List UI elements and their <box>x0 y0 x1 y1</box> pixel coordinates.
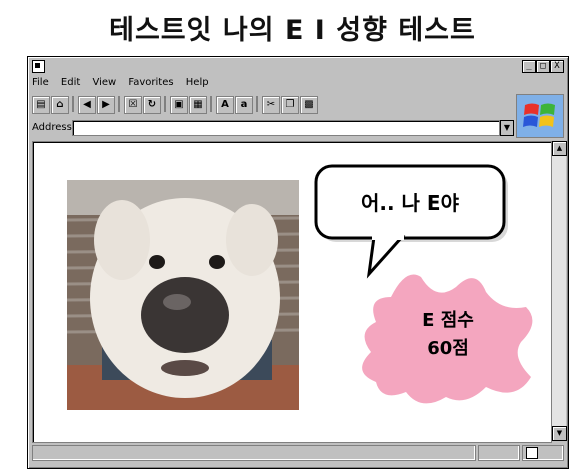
address-label: Address: <box>32 122 76 133</box>
lock-icon[interactable]: ⌂ <box>51 96 69 114</box>
toolbar: ▤ ⌂ ◀ ▶ ☒ ↻ ▣ ▦ A a ✂ ❐ ▩ <box>32 94 512 116</box>
stop-icon[interactable]: ☒ <box>124 96 142 114</box>
print-icon[interactable]: ▦ <box>189 96 207 114</box>
scroll-down-icon[interactable]: ▼ <box>552 426 567 441</box>
status-main-pane <box>32 445 476 461</box>
toolbar-separator <box>164 96 166 112</box>
copy-icon[interactable]: ❐ <box>281 96 299 114</box>
address-dropdown-icon[interactable]: ▼ <box>500 120 514 136</box>
menu-favorites[interactable]: Favorites <box>128 77 173 88</box>
page-content: 어.. 나 E야 E 점수 60점 <box>32 141 552 443</box>
dog-photo <box>67 180 299 410</box>
menu-bar: File Edit View Favorites Help <box>32 77 218 91</box>
scroll-up-icon[interactable]: ▲ <box>552 141 567 156</box>
forward-icon[interactable]: ▶ <box>97 96 115 114</box>
page-headline: 테스트잇 나의 E I 성향 테스트 <box>109 15 476 46</box>
status-pane <box>478 445 520 461</box>
page-icon <box>526 447 538 459</box>
menu-edit[interactable]: Edit <box>61 77 80 88</box>
address-input[interactable] <box>72 120 500 136</box>
vertical-scrollbar[interactable]: ▲ ▼ <box>551 141 567 441</box>
status-bar <box>32 445 564 461</box>
font-smaller-icon[interactable]: a <box>235 96 253 114</box>
menu-help[interactable]: Help <box>186 77 209 88</box>
e-score-value: 60점 <box>427 338 469 359</box>
refresh-icon[interactable]: ↻ <box>143 96 161 114</box>
speech-bubble-text: 어.. 나 E야 <box>361 191 459 215</box>
toolbar-separator <box>118 96 120 112</box>
toolbar-separator <box>256 96 258 112</box>
e-score-label: E 점수 <box>422 310 474 331</box>
image-icon[interactable]: ▣ <box>170 96 188 114</box>
font-larger-icon[interactable]: A <box>216 96 234 114</box>
menu-view[interactable]: View <box>92 77 116 88</box>
system-menu-icon[interactable] <box>32 60 45 73</box>
maximize-button[interactable]: □ <box>536 60 550 73</box>
toolbar-separator <box>72 96 74 112</box>
status-zone-pane <box>522 445 564 461</box>
paste-icon[interactable]: ▩ <box>300 96 318 114</box>
browser-window: _ □ X File Edit View Favorites Help ▤ ⌂ … <box>27 56 569 469</box>
cut-icon[interactable]: ✂ <box>262 96 280 114</box>
back-icon[interactable]: ◀ <box>78 96 96 114</box>
minimize-button[interactable]: _ <box>522 60 536 73</box>
open-folder-icon[interactable]: ▤ <box>32 96 50 114</box>
windows-logo-icon <box>516 94 564 138</box>
menu-file[interactable]: File <box>32 77 49 88</box>
toolbar-separator <box>210 96 212 112</box>
close-button[interactable]: X <box>550 60 564 73</box>
address-bar: Address: ▼ <box>32 120 514 136</box>
title-bar: _ □ X <box>30 59 566 75</box>
